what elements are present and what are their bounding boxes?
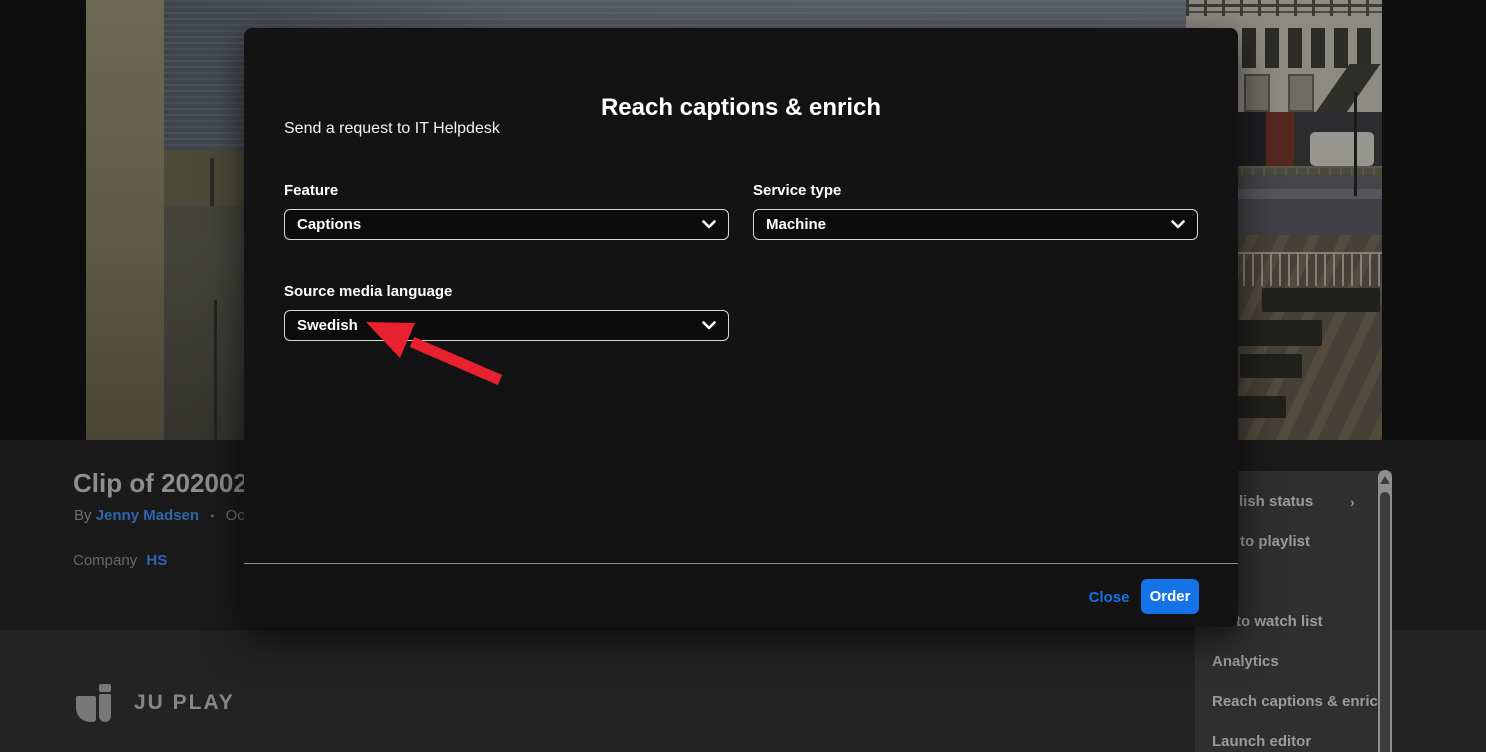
video-pole [214, 300, 217, 440]
video-bench [1236, 320, 1322, 346]
menu-scrollbar[interactable] [1378, 470, 1392, 752]
feature-label: Feature [284, 182, 338, 199]
video-bench [1240, 354, 1302, 378]
order-button[interactable]: Order [1141, 579, 1199, 614]
chevron-down-icon [1171, 220, 1185, 229]
source-media-language-value: Swedish [297, 317, 358, 334]
menu-item-reach-captions-enrich[interactable]: Reach captions & enrich [1212, 693, 1387, 710]
clip-title: Clip of 2020020 [73, 468, 262, 499]
ju-play-logo-icon [76, 684, 116, 724]
service-type-label: Service type [753, 182, 841, 199]
video-signpost [210, 158, 214, 206]
feature-value: Captions [297, 216, 361, 233]
brand-name: JU PLAY [134, 691, 235, 715]
menu-item-launch-editor[interactable]: Launch editor [1212, 733, 1311, 750]
chevron-down-icon [702, 321, 716, 330]
source-media-language-label: Source media language [284, 283, 452, 300]
video-bench [1262, 288, 1380, 312]
red-arrow-annotation [350, 310, 520, 394]
video-building-edge [86, 0, 164, 440]
chevron-down-icon [702, 220, 716, 229]
author-link[interactable]: Jenny Madsen [96, 507, 199, 524]
byline-prefix: By [74, 507, 92, 524]
video-letterbox-right [1382, 0, 1486, 440]
chevron-right-icon: › [1350, 494, 1355, 510]
service-type-value: Machine [766, 216, 826, 233]
scroll-up-icon[interactable] [1380, 476, 1390, 484]
menu-item-analytics[interactable]: Analytics [1212, 653, 1279, 670]
page: Clip of 2020020 By Jenny Madsen • Octobe… [0, 0, 1486, 752]
video-white-railing [1216, 252, 1382, 286]
menu-item-add-to-playlist[interactable]: to playlist [1240, 533, 1310, 550]
video-bench [1238, 396, 1286, 418]
video-lamppost [1354, 92, 1357, 196]
company-link[interactable]: HS [146, 552, 167, 569]
dialog-footer-divider [244, 563, 1238, 564]
close-button[interactable]: Close [1074, 587, 1144, 607]
video-white-van [1310, 132, 1374, 166]
company-row: Company HS [73, 552, 167, 569]
byline-separator: • [210, 509, 214, 523]
dialog-title: Reach captions & enrich [244, 94, 1238, 122]
video-staircase [1312, 64, 1382, 116]
dialog-subtitle: Send a request to IT Helpdesk [284, 120, 500, 138]
menu-item-publish-status[interactable]: lish status [1239, 493, 1313, 510]
feature-select[interactable]: Captions [284, 209, 729, 240]
video-letterbox-left [0, 0, 86, 440]
company-label: Company [73, 552, 137, 569]
scrollbar-thumb[interactable] [1380, 492, 1390, 752]
service-type-select[interactable]: Machine [753, 209, 1198, 240]
menu-item-add-to-watch-list[interactable]: to watch list [1236, 613, 1323, 630]
